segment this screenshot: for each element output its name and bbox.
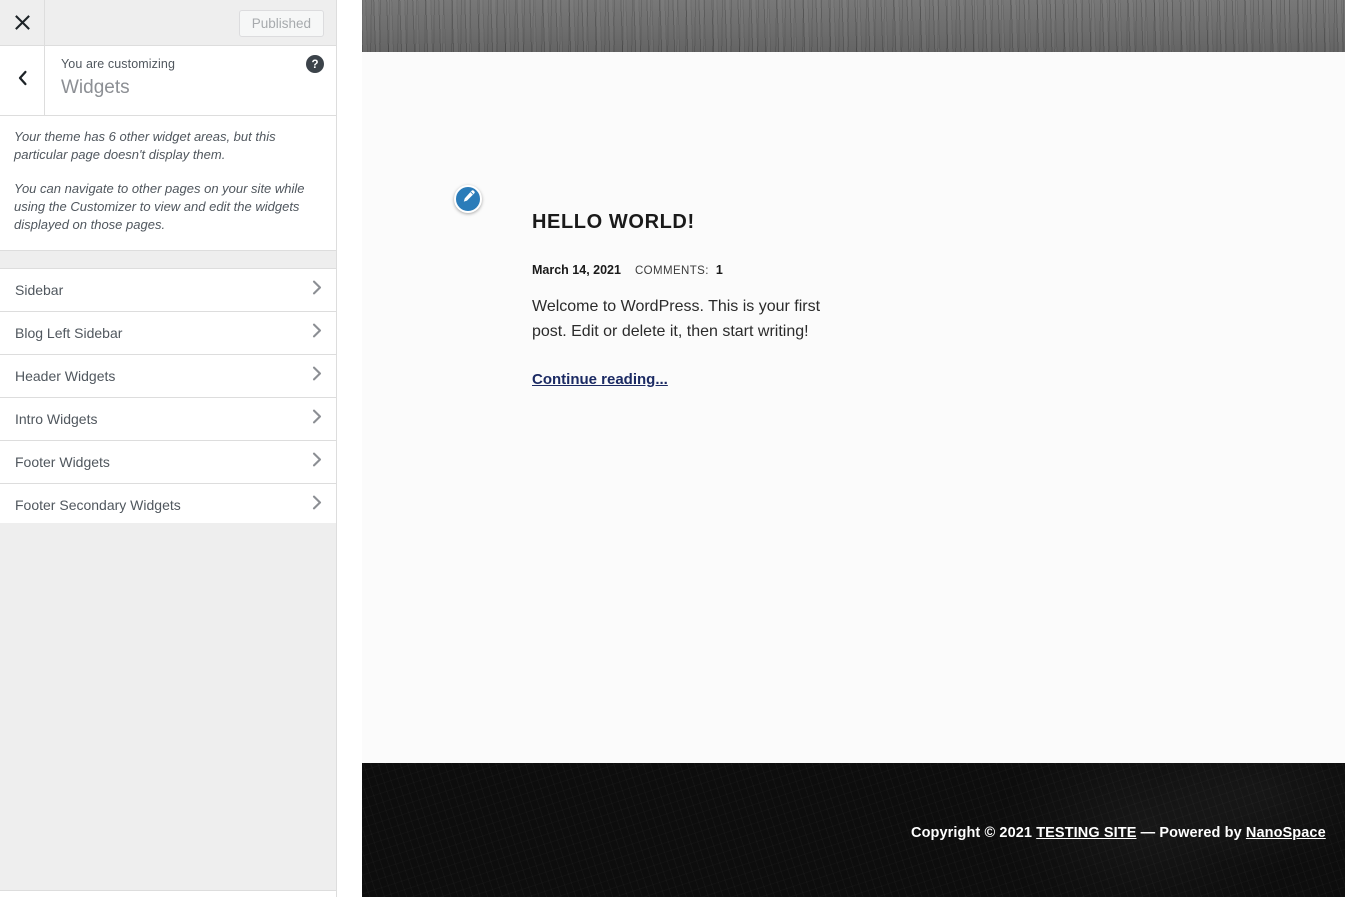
pencil-edit-icon [461, 189, 476, 209]
sidebar-item-blog-left-sidebar[interactable]: Blog Left Sidebar [0, 312, 336, 355]
description-paragraph-1: Your theme has 6 other widget areas, but… [14, 129, 276, 162]
sidebar-item-intro-widgets[interactable]: Intro Widgets [0, 398, 336, 441]
customizer-panel-header: You are customizing Widgets ? [0, 46, 336, 116]
post-date: March 14, 2021 [532, 263, 621, 277]
help-circle-icon: ? [306, 55, 324, 77]
footer-separator: — Powered by [1136, 825, 1246, 841]
footer-copyright: Copyright © 2021 TESTING SITE — Powered … [911, 825, 1326, 841]
post-meta: March 14, 2021 COMMENTS: 1 [532, 263, 862, 277]
widget-area-list: Sidebar Blog Left Sidebar Header Widgets [0, 269, 336, 527]
comments-label: COMMENTS: [634, 265, 709, 277]
post-title: HELLO WORLD! [532, 211, 695, 233]
help-button[interactable]: ? [306, 55, 324, 73]
powered-by-link[interactable]: NanoSpace [1246, 825, 1326, 841]
close-customizer-button[interactable] [0, 0, 45, 45]
post-article: HELLO WORLD! March 14, 2021 COMMENTS: 1 … [532, 209, 862, 389]
chevron-right-icon [312, 452, 322, 472]
chevron-right-icon [312, 323, 322, 343]
panel-title-block: You are customizing Widgets ? [45, 46, 336, 115]
back-button[interactable] [0, 46, 45, 115]
widget-area-label: Sidebar [15, 282, 64, 298]
chevron-right-icon [312, 366, 322, 386]
post-excerpt: Welcome to WordPress. This is your first… [532, 298, 821, 340]
close-icon [14, 15, 30, 30]
continue-reading-link[interactable]: Continue reading... [532, 371, 668, 388]
site-footer: Copyright © 2021 TESTING SITE — Powered … [362, 763, 1345, 897]
section-spacer [0, 251, 336, 269]
site-preview-pane: HELLO WORLD! March 14, 2021 COMMENTS: 1 … [362, 0, 1345, 897]
widget-area-label: Header Widgets [15, 368, 116, 384]
chevron-right-icon [312, 495, 322, 515]
widget-area-label: Blog Left Sidebar [15, 325, 123, 341]
page-title: Widgets [61, 77, 130, 98]
edit-shortcut-post-button[interactable] [454, 185, 482, 213]
widget-area-label: Footer Secondary Widgets [15, 497, 181, 513]
copyright-prefix: Copyright © 2021 [911, 825, 1037, 841]
customizer-sidebar: Published You are customizing Widgets ? [0, 0, 337, 897]
chevron-right-icon [312, 409, 322, 429]
customizer-topbar: Published [0, 0, 336, 46]
sidebar-item-sidebar[interactable]: Sidebar [0, 269, 336, 312]
widgets-description: Your theme has 6 other widget areas, but… [0, 116, 336, 251]
sidebar-item-footer-secondary-widgets[interactable]: Footer Secondary Widgets [0, 484, 336, 527]
description-paragraph-2: You can navigate to other pages on your … [14, 181, 305, 232]
chevron-right-icon [312, 280, 322, 300]
sidebar-bottom-strip [0, 890, 336, 897]
comments-count: 1 [715, 263, 723, 277]
sidebar-filler [0, 523, 336, 890]
site-header-image [362, 0, 1345, 52]
svg-text:?: ? [311, 59, 318, 71]
chevron-left-icon [17, 70, 28, 91]
sidebar-item-footer-widgets[interactable]: Footer Widgets [0, 441, 336, 484]
sidebar-item-header-widgets[interactable]: Header Widgets [0, 355, 336, 398]
publish-button[interactable]: Published [238, 10, 324, 37]
site-name-link[interactable]: TESTING SITE [1036, 825, 1136, 841]
site-content-area: HELLO WORLD! March 14, 2021 COMMENTS: 1 … [362, 52, 1345, 763]
customizing-eyebrow: You are customizing [61, 57, 176, 71]
widget-area-label: Footer Widgets [15, 454, 110, 470]
widget-area-label: Intro Widgets [15, 411, 98, 427]
